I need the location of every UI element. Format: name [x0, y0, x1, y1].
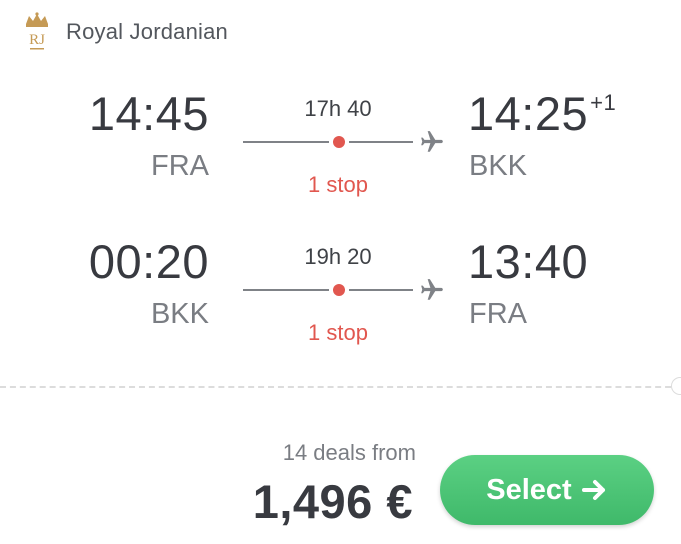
flight-duration: 19h 20	[304, 244, 372, 269]
dashed-divider	[0, 386, 681, 388]
deals-count: 14 deals from	[282, 440, 416, 465]
flight-result-card[interactable]: RJ Royal Jordanian 14:45 FRA 17h 40 1 st…	[0, 0, 681, 544]
stops-label: 1 stop	[308, 320, 368, 345]
stop-dot-icon	[333, 284, 345, 296]
arrow-right-icon	[581, 480, 605, 500]
arrival-airport: BKK	[469, 150, 528, 182]
departure-airport: FRA	[151, 150, 209, 182]
departure-time: 14:45	[88, 87, 209, 140]
outbound-leg: 14:45 FRA 17h 40 1 stop 14:25+1 BKK	[0, 80, 681, 200]
route-line-segment	[243, 141, 329, 143]
route-line-segment	[349, 141, 413, 143]
airline-header: RJ Royal Jordanian	[20, 10, 228, 54]
departure-airport: BKK	[150, 298, 209, 330]
airplane-icon	[421, 279, 443, 300]
day-offset: +1	[590, 90, 617, 115]
route-line-segment	[349, 289, 413, 291]
route-line-segment	[243, 289, 329, 291]
arrival-time-wrap: 14:25+1	[468, 90, 616, 137]
route-line	[243, 130, 448, 154]
arrival-time: 13:40	[468, 235, 589, 288]
arrival-time: 14:25	[468, 87, 589, 140]
crown-logo-icon: RJ	[26, 12, 48, 50]
route-line	[243, 278, 448, 302]
select-button-label: Select	[486, 473, 572, 506]
airplane-icon	[421, 131, 443, 152]
return-leg: 00:20 BKK 19h 20 1 stop 13:40 FRA	[0, 228, 681, 348]
logo-text: RJ	[29, 32, 45, 48]
airline-name: Royal Jordanian	[66, 19, 228, 44]
select-button[interactable]: Select	[440, 455, 654, 525]
arrival-airport: FRA	[469, 298, 527, 330]
stops-label: 1 stop	[308, 172, 368, 197]
flight-duration: 17h 40	[304, 96, 372, 121]
ticket-notch	[671, 377, 681, 395]
price: 1,496 €	[252, 475, 413, 528]
stop-dot-icon	[333, 136, 345, 148]
departure-time: 00:20	[88, 235, 209, 288]
